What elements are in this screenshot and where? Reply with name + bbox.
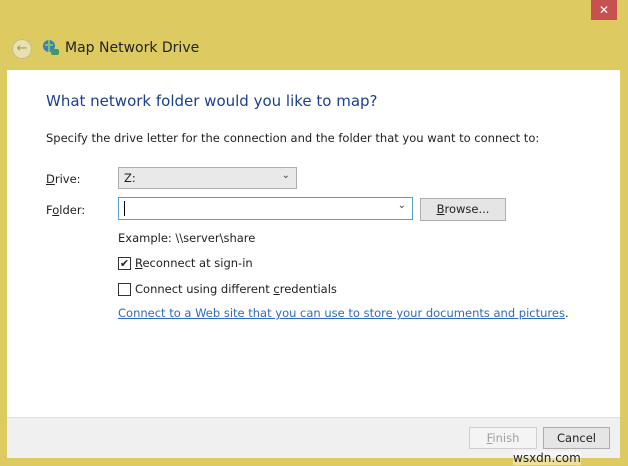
drive-label: Drive: [46, 172, 81, 186]
credentials-checkbox[interactable]: Connect using different credentials [118, 282, 337, 296]
folder-input[interactable]: ⌄ [118, 197, 413, 220]
window-title: Map Network Drive [65, 40, 200, 56]
reconnect-checkbox[interactable]: ✔ Reconnect at sign-in [118, 256, 253, 270]
cancel-button[interactable]: Cancel [543, 427, 610, 449]
drive-value: Z: [124, 171, 136, 185]
drive-select[interactable]: Z: ⌄ [118, 167, 297, 189]
dialog-content [7, 70, 620, 417]
chevron-down-icon: ⌄ [281, 170, 290, 181]
network-drive-icon [43, 40, 59, 55]
link-period: . [564, 306, 569, 320]
example-text: Example: \\server\share [118, 231, 256, 245]
text-cursor [124, 201, 125, 216]
finish-button[interactable]: Finish [469, 427, 537, 449]
back-button[interactable]: ← [12, 39, 32, 59]
page-heading: What network folder would you like to ma… [46, 92, 378, 110]
description-text: Specify the drive letter for the connect… [46, 131, 540, 145]
close-button[interactable]: ✕ [591, 0, 617, 20]
browse-button[interactable]: Browse... [420, 198, 506, 221]
chevron-down-icon[interactable]: ⌄ [398, 200, 406, 211]
reconnect-label: Reconnect at sign-in [135, 256, 253, 270]
web-site-link-row: Connect to a Web site that you can use t… [118, 306, 569, 320]
folder-label: Folder: [46, 203, 86, 217]
checkbox-box[interactable] [118, 282, 131, 296]
credentials-label: Connect using different credentials [135, 282, 337, 296]
watermark: wsxdn.com [513, 451, 581, 465]
web-site-link[interactable]: Connect to a Web site that you can use t… [118, 306, 565, 320]
back-arrow-icon: ← [16, 41, 28, 56]
checkmark-icon[interactable]: ✔ [118, 256, 131, 270]
